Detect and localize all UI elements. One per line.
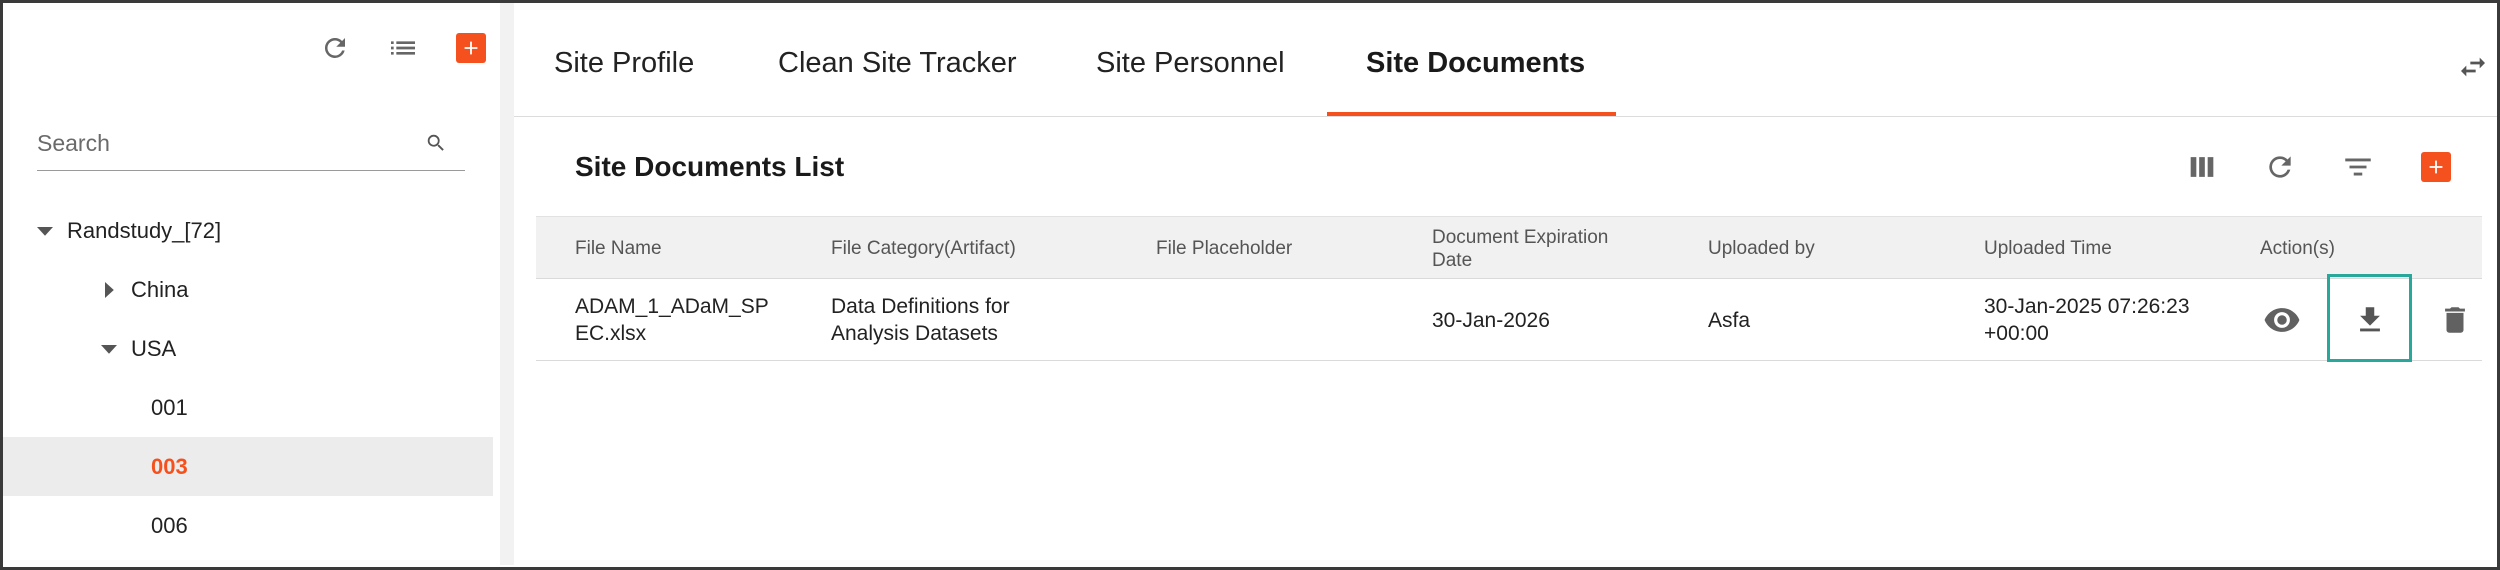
column-header-actions: Action(s) xyxy=(2260,238,2335,259)
cell-file-name: ADAM_1_ADaM_SP EC.xlsx xyxy=(575,279,769,361)
tab-bar: Site Profile Clean Site Tracker Site Per… xyxy=(514,3,2497,117)
tree-node-site[interactable]: 001 xyxy=(3,378,493,437)
documents-table: File Name File Category(Artifact) File P… xyxy=(536,216,2482,362)
add-document-button[interactable] xyxy=(2417,148,2455,186)
table-header: File Name File Category(Artifact) File P… xyxy=(536,216,2482,279)
list-title: Site Documents List xyxy=(575,151,845,182)
file-name-line1: ADAM_1_ADaM_SP xyxy=(575,295,769,318)
search-input[interactable] xyxy=(37,123,417,163)
list-toolbar xyxy=(2183,148,2455,186)
tree-node-label: 001 xyxy=(151,394,188,420)
tree-node-site-selected[interactable]: 003 xyxy=(3,437,493,496)
caret-down-icon[interactable] xyxy=(99,339,119,359)
list-icon[interactable] xyxy=(384,29,422,67)
column-header-file-name[interactable]: File Name xyxy=(575,217,662,280)
columns-icon[interactable] xyxy=(2183,148,2221,186)
refresh-icon[interactable] xyxy=(316,29,354,67)
refresh-icon[interactable] xyxy=(2261,148,2299,186)
tree-node-label: Randstudy_[72] xyxy=(67,217,222,243)
trash-icon xyxy=(2445,307,2465,333)
tab-site-personnel[interactable]: Site Personnel xyxy=(1096,47,1285,80)
file-name-line2: EC.xlsx xyxy=(575,322,647,345)
cell-file-category: Data Definitions for Analysis Datasets xyxy=(831,279,1010,361)
tree-node-country[interactable]: China xyxy=(3,260,493,319)
tree-node-label: 006 xyxy=(151,512,188,538)
category-line1: Data Definitions for xyxy=(831,295,1010,318)
column-header-expiration-line1: Document Expiration xyxy=(1432,226,1609,248)
swap-horizontal-icon[interactable] xyxy=(2457,51,2489,88)
tree-node-country[interactable]: USA xyxy=(3,319,493,378)
column-header-file-category[interactable]: File Category(Artifact) xyxy=(831,217,1016,280)
add-button[interactable] xyxy=(452,29,490,67)
caret-right-icon[interactable] xyxy=(99,280,119,300)
filter-icon[interactable] xyxy=(2339,148,2377,186)
tree-node-label: China xyxy=(131,276,189,302)
plus-icon xyxy=(2421,152,2451,182)
uploaded-time-line2: +00:00 xyxy=(1984,322,2049,345)
plus-icon xyxy=(456,33,486,63)
download-button[interactable] xyxy=(2332,279,2408,361)
eye-icon xyxy=(2264,308,2300,332)
tab-site-documents[interactable]: Site Documents xyxy=(1366,47,1585,80)
view-button[interactable] xyxy=(2252,279,2312,361)
cell-uploaded-time: 30-Jan-2025 07:26:23 +00:00 xyxy=(1984,279,2190,361)
table-row: ADAM_1_ADaM_SP EC.xlsx Data Definitions … xyxy=(536,274,2482,362)
tree-node-study[interactable]: Randstudy_[72] xyxy=(3,201,493,260)
cell-uploaded-by: Asfa xyxy=(1708,308,1751,332)
caret-down-icon[interactable] xyxy=(35,221,55,241)
sidebar-toolbar xyxy=(316,28,490,68)
sidebar-splitter[interactable] xyxy=(500,3,514,565)
site-tree: Randstudy_[72] China USA 001 003 006 xyxy=(3,201,493,555)
column-header-uploaded-by[interactable]: Uploaded by xyxy=(1708,217,1815,280)
sidebar: Randstudy_[72] China USA 001 003 006 xyxy=(3,3,511,565)
category-line2: Analysis Datasets xyxy=(831,322,998,345)
main-panel: Site Profile Clean Site Tracker Site Per… xyxy=(514,3,2497,565)
column-header-expiration-line2: Date xyxy=(1432,249,1473,271)
column-header-expiration[interactable]: Document Expiration Date xyxy=(1432,217,1608,280)
tree-node-site[interactable]: 006 xyxy=(3,496,493,555)
tab-clean-site-tracker[interactable]: Clean Site Tracker xyxy=(778,47,1017,80)
tree-node-label: 003 xyxy=(151,453,188,479)
uploaded-time-line1: 30-Jan-2025 07:26:23 xyxy=(1984,295,2190,318)
tab-site-profile[interactable]: Site Profile xyxy=(554,47,694,80)
active-tab-indicator xyxy=(1327,112,1616,116)
tree-node-label: USA xyxy=(131,335,177,361)
column-header-uploaded-time[interactable]: Uploaded Time xyxy=(1984,217,2112,280)
search-box xyxy=(37,115,465,171)
delete-button[interactable] xyxy=(2430,279,2480,361)
download-icon xyxy=(2360,307,2380,332)
cell-expiration-date: 30-Jan-2026 xyxy=(1432,308,1550,332)
search-icon[interactable] xyxy=(425,132,447,159)
column-header-file-placeholder[interactable]: File Placeholder xyxy=(1156,217,1292,280)
